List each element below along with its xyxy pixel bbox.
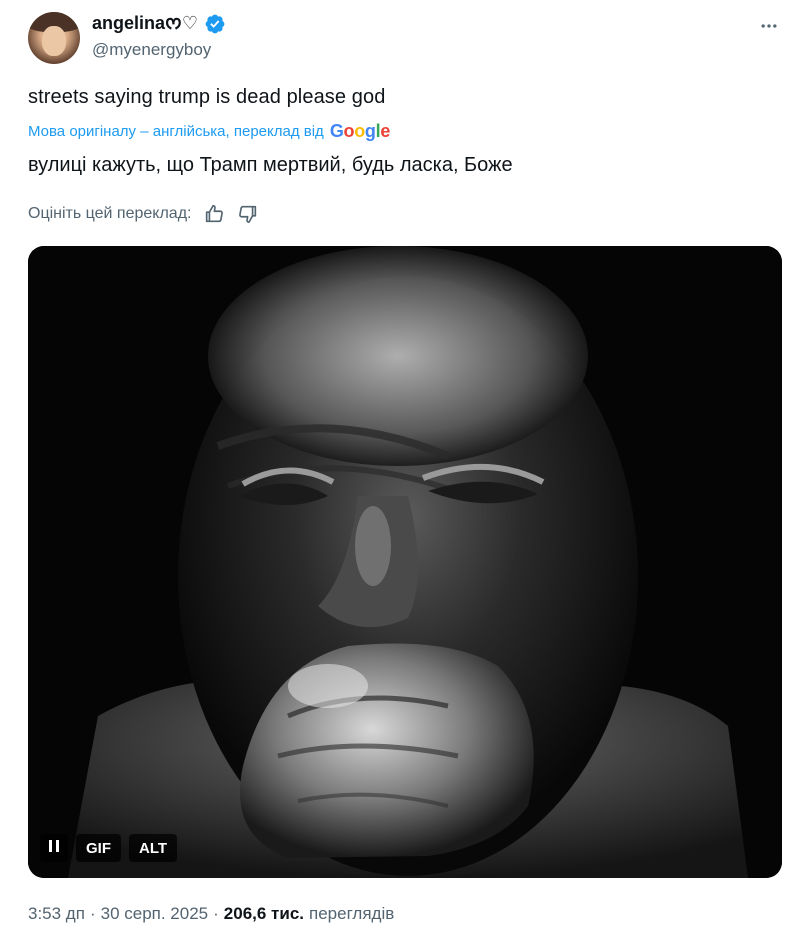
author-display-name[interactable]: angelinaᰔ♡: [92, 11, 198, 38]
pause-icon: [48, 839, 60, 857]
gif-frame-image: [28, 246, 782, 878]
meta-separator: ·: [89, 904, 96, 923]
views-count[interactable]: 206,6 тис.: [224, 904, 304, 924]
views-label: переглядів: [309, 904, 395, 923]
tweet-text: streets saying trump is dead please god: [28, 86, 386, 108]
avatar-face: [42, 26, 66, 56]
rate-translation-row: Оцініть цей переклад:: [28, 203, 259, 225]
translation-source[interactable]: Мова оригіналу – англійська, переклад ві…: [28, 121, 390, 142]
author-handle[interactable]: @myenergyboy: [92, 40, 211, 60]
media-gif[interactable]: [28, 246, 782, 878]
rate-translation-label: Оцініть цей переклад:: [28, 205, 192, 222]
alt-text-button[interactable]: ALT: [129, 834, 178, 862]
meta-separator: ·: [213, 904, 219, 923]
translation-source-label: Мова оригіналу – англійська, переклад ві…: [28, 123, 324, 140]
google-logo: Google: [329, 121, 391, 141]
translated-text: вулиці кажуть, що Трамп мертвий, будь ла…: [28, 154, 513, 176]
tweet-date[interactable]: 30 серп. 2025: [101, 904, 209, 924]
pause-button[interactable]: [40, 834, 68, 862]
more-options-icon[interactable]: [757, 14, 781, 38]
author-name-row: angelinaᰔ♡: [92, 12, 226, 36]
verified-badge-icon[interactable]: [204, 13, 226, 35]
thumbs-down-icon[interactable]: [237, 203, 259, 225]
avatar[interactable]: [28, 12, 80, 64]
thumbs-up-icon[interactable]: [203, 203, 225, 225]
author-name-emoji: ᰔ♡: [165, 12, 198, 33]
author-display-name-text: angelina: [92, 12, 166, 33]
tweet-meta: 3:53 дп · 30 серп. 2025 · 206,6 тис. пер…: [28, 904, 394, 924]
gif-badge: GIF: [76, 834, 121, 862]
tweet-time[interactable]: 3:53 дп: [28, 904, 85, 924]
media-controls: GIF ALT: [40, 834, 178, 862]
